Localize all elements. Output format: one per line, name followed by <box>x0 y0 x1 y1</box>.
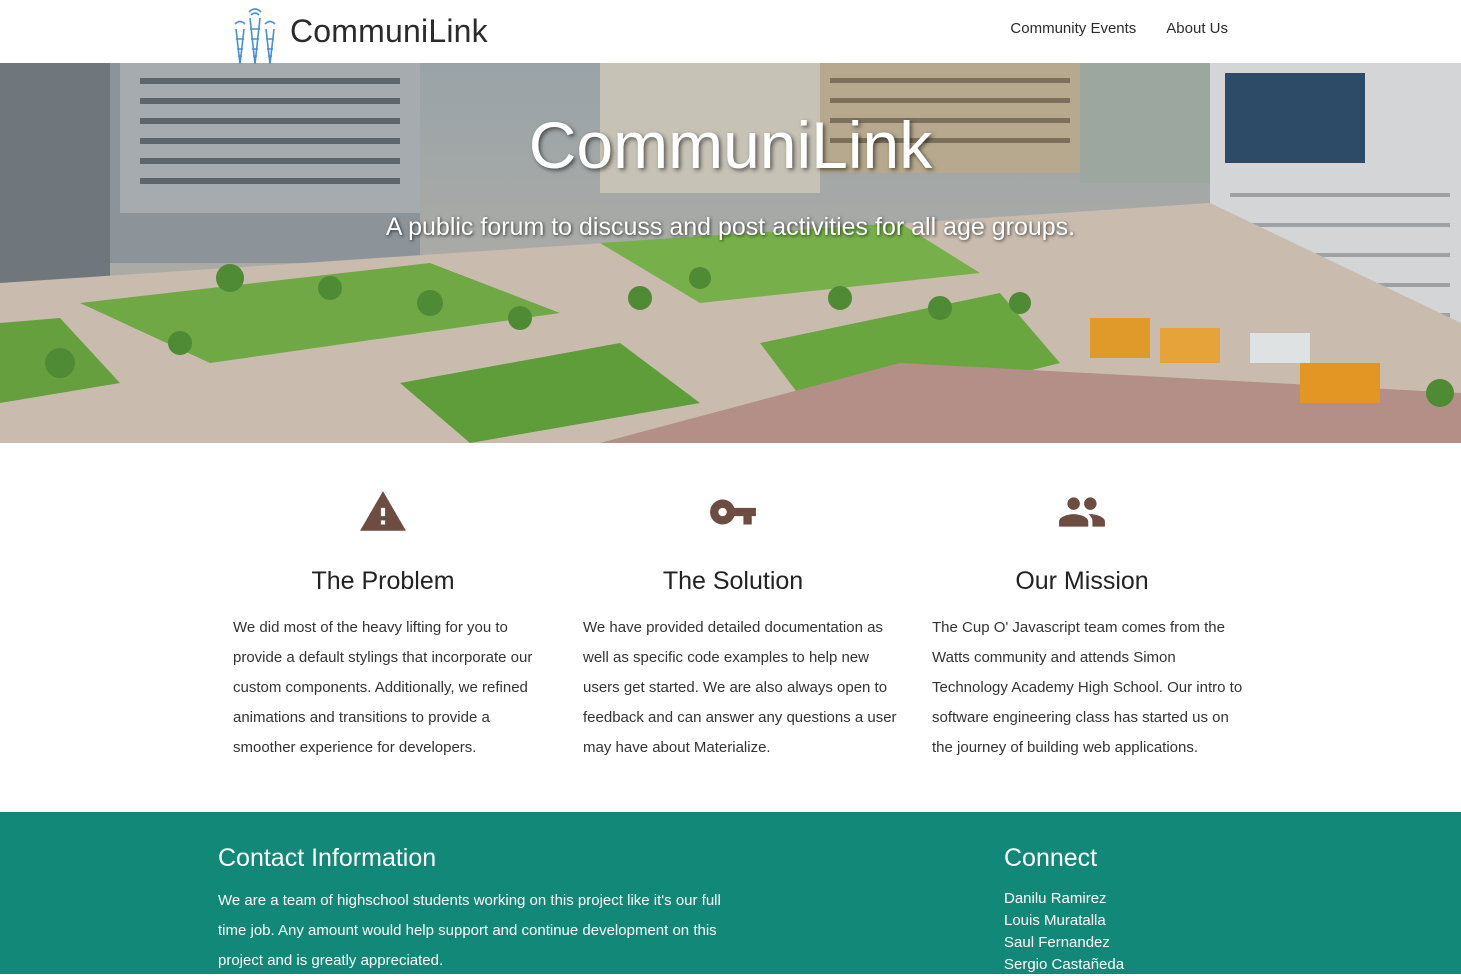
tower-logo-icon <box>234 8 276 64</box>
nav-links: Community Events About Us <box>1010 20 1228 37</box>
contact-title: Contact Information <box>218 844 437 872</box>
feature-text: We have provided detailed documentation … <box>583 619 897 756</box>
connect-list: Danilu Ramirez Louis Muratalla Saul Fern… <box>1004 888 1124 976</box>
navbar: CommuniLink Community Events About Us <box>0 0 1461 64</box>
hero-title: CommuniLink <box>528 108 933 182</box>
connect-link[interactable]: Saul Fernandez <box>1004 932 1124 954</box>
feature-title: Our Mission <box>1015 567 1149 595</box>
connect-link[interactable]: Louis Muratalla <box>1004 910 1124 932</box>
hero-banner: CommuniLink A public forum to discuss an… <box>0 63 1461 443</box>
feature-text: We did most of the heavy lifting for you… <box>233 619 533 756</box>
features-section: The Problem We did most of the heavy lif… <box>218 443 1258 812</box>
brand-logo-link[interactable]: CommuniLink <box>233 4 493 64</box>
key-icon <box>710 499 756 525</box>
nav-link-about-us[interactable]: About Us <box>1166 20 1228 37</box>
contact-text: We are a team of highschool students wor… <box>218 892 721 969</box>
feature-title: The Solution <box>662 567 804 595</box>
nav-link-community-events[interactable]: Community Events <box>1010 20 1136 37</box>
feature-title: The Problem <box>311 567 455 595</box>
connect-link[interactable]: Sergio Castañeda <box>1004 954 1124 976</box>
hero-subtitle: A public forum to discuss and post activ… <box>385 213 1076 241</box>
group-icon <box>1059 497 1105 527</box>
warning-icon <box>360 491 406 531</box>
page-footer: Contact Information We are a team of hig… <box>0 812 1461 974</box>
feature-text: The Cup O' Javascript team comes from th… <box>932 619 1243 756</box>
brand-name: CommuniLink <box>290 13 488 49</box>
connect-link[interactable]: Danilu Ramirez <box>1004 888 1124 910</box>
connect-title: Connect <box>1004 844 1098 872</box>
